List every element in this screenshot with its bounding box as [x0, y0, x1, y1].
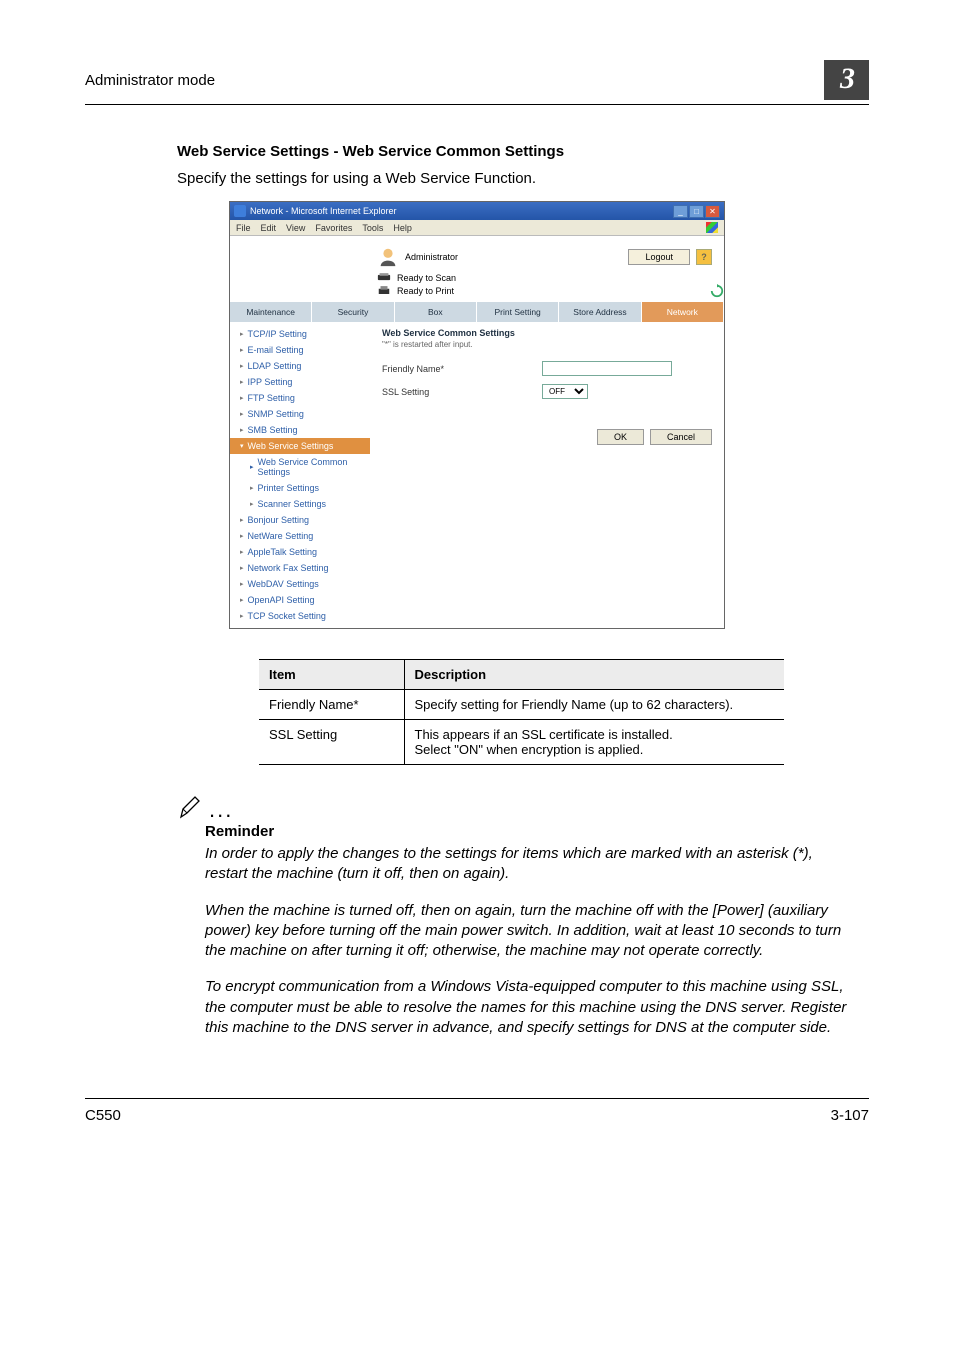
menu-edit[interactable]: Edit	[261, 223, 277, 233]
windows-flag-icon	[706, 222, 718, 233]
cancel-button[interactable]: Cancel	[650, 429, 712, 445]
nav-email[interactable]: E-mail Setting	[230, 342, 370, 358]
menu-help[interactable]: Help	[393, 223, 412, 233]
td-item: SSL Setting	[259, 720, 404, 765]
nav-tcpip[interactable]: TCP/IP Setting	[230, 326, 370, 342]
th-desc: Description	[404, 660, 784, 690]
page-header: Administrator mode 3	[85, 60, 869, 105]
chapter-number: 3	[824, 60, 869, 100]
ok-button[interactable]: OK	[597, 429, 644, 445]
nav-webdav[interactable]: WebDAV Settings	[230, 576, 370, 592]
content-pane: Web Service Common Settings "*" is resta…	[370, 322, 724, 628]
footer-right: 3-107	[831, 1107, 869, 1124]
status-scan: Ready to Scan	[397, 273, 456, 283]
page-footer: C550 3-107	[85, 1098, 869, 1124]
friendly-name-input[interactable]	[542, 361, 672, 376]
nav-snmp[interactable]: SNMP Setting	[230, 406, 370, 422]
nav-sub-printer[interactable]: Printer Settings	[230, 480, 370, 496]
titlebar: Network - Microsoft Internet Explorer _ …	[230, 202, 724, 220]
nav-tcpsocket[interactable]: TCP Socket Setting	[230, 608, 370, 624]
maximize-button[interactable]: □	[689, 205, 704, 218]
tab-box[interactable]: Box	[395, 302, 477, 322]
reminder-icon: ...	[177, 795, 869, 821]
reminder-para1: In order to apply the changes to the set…	[205, 844, 859, 885]
minimize-button[interactable]: _	[673, 205, 688, 218]
menu-file[interactable]: File	[236, 223, 251, 233]
td-desc: This appears if an SSL certificate is in…	[404, 720, 784, 765]
description-table: Item Description Friendly Name* Specify …	[259, 659, 784, 765]
content-note: "*" is restarted after input.	[382, 340, 712, 349]
ie-icon	[234, 205, 246, 217]
tab-maintenance[interactable]: Maintenance	[230, 302, 312, 322]
status-print: Ready to Print	[397, 286, 454, 296]
nav-networkfax[interactable]: Network Fax Setting	[230, 560, 370, 576]
printer-icon	[377, 285, 391, 296]
nav-ipp[interactable]: IPP Setting	[230, 374, 370, 390]
reminder-para3: To encrypt communication from a Windows …	[205, 977, 859, 1038]
th-item: Item	[259, 660, 404, 690]
sidebar: TCP/IP Setting E-mail Setting LDAP Setti…	[230, 322, 370, 628]
admin-label: Administrator	[405, 252, 458, 262]
pen-icon	[177, 795, 203, 821]
menu-favorites[interactable]: Favorites	[315, 223, 352, 233]
tab-strip: Maintenance Security Box Print Setting S…	[230, 302, 724, 322]
header-title: Administrator mode	[85, 72, 215, 89]
ssl-label: SSL Setting	[382, 387, 502, 397]
admin-icon	[377, 246, 399, 268]
menu-view[interactable]: View	[286, 223, 305, 233]
refresh-icon[interactable]	[710, 284, 724, 298]
tab-store-address[interactable]: Store Address	[559, 302, 641, 322]
window-title: Network - Microsoft Internet Explorer	[250, 206, 397, 216]
section-intro: Specify the settings for using a Web Ser…	[177, 170, 869, 187]
nav-smb[interactable]: SMB Setting	[230, 422, 370, 438]
nav-bonjour[interactable]: Bonjour Setting	[230, 512, 370, 528]
browser-window: Network - Microsoft Internet Explorer _ …	[229, 201, 725, 629]
tab-network[interactable]: Network	[642, 302, 724, 322]
admin-indicator: Administrator	[377, 246, 458, 268]
ssl-select[interactable]: OFF	[542, 384, 588, 399]
section-title: Web Service Settings - Web Service Commo…	[177, 143, 869, 160]
logout-button[interactable]: Logout	[628, 249, 690, 265]
nav-openapi[interactable]: OpenAPI Setting	[230, 592, 370, 608]
close-button[interactable]: ✕	[705, 205, 720, 218]
help-icon[interactable]: ?	[696, 249, 712, 265]
nav-ldap[interactable]: LDAP Setting	[230, 358, 370, 374]
nav-sub-common[interactable]: Web Service Common Settings	[230, 454, 370, 480]
footer-left: C550	[85, 1107, 121, 1124]
tab-print-setting[interactable]: Print Setting	[477, 302, 559, 322]
friendly-name-label: Friendly Name*	[382, 364, 502, 374]
reminder-para2: When the machine is turned off, then on …	[205, 901, 859, 962]
table-row: SSL Setting This appears if an SSL certi…	[259, 720, 784, 765]
reminder-dots: ...	[209, 797, 233, 823]
nav-ftp[interactable]: FTP Setting	[230, 390, 370, 406]
reminder-label: Reminder	[205, 823, 869, 840]
content-heading: Web Service Common Settings	[382, 328, 712, 338]
td-item: Friendly Name*	[259, 690, 404, 720]
menu-tools[interactable]: Tools	[362, 223, 383, 233]
nav-netware[interactable]: NetWare Setting	[230, 528, 370, 544]
tab-security[interactable]: Security	[312, 302, 394, 322]
menubar: File Edit View Favorites Tools Help	[230, 220, 724, 236]
nav-sub-scanner[interactable]: Scanner Settings	[230, 496, 370, 512]
scanner-icon	[377, 272, 391, 283]
nav-appletalk[interactable]: AppleTalk Setting	[230, 544, 370, 560]
table-row: Friendly Name* Specify setting for Frien…	[259, 690, 784, 720]
td-desc: Specify setting for Friendly Name (up to…	[404, 690, 784, 720]
nav-web-service[interactable]: Web Service Settings	[230, 438, 370, 454]
